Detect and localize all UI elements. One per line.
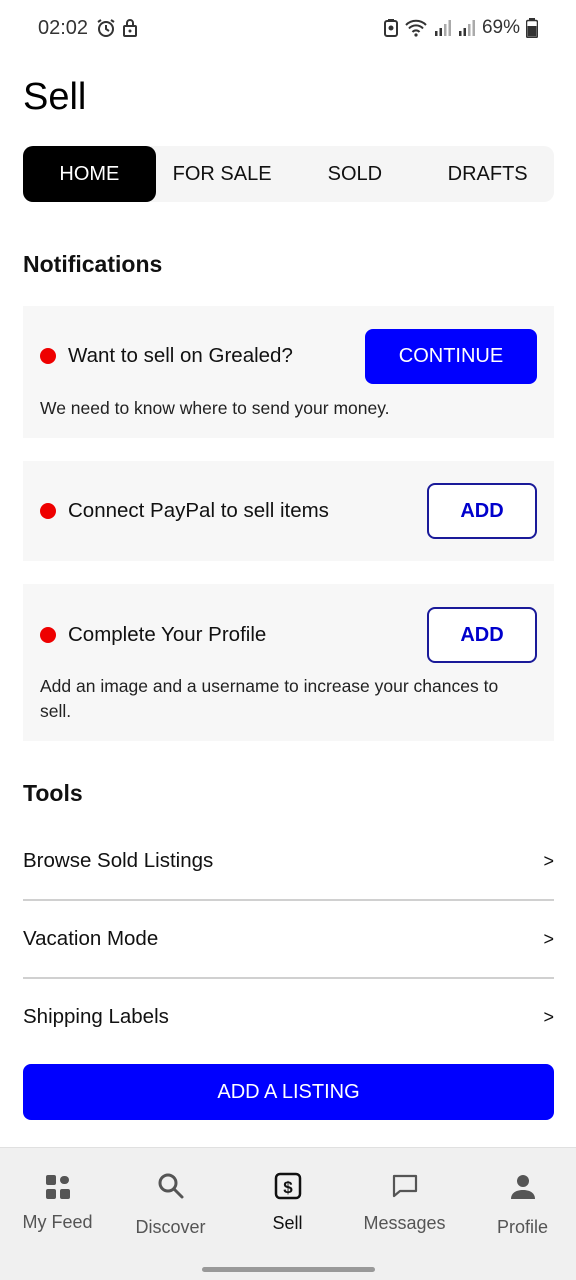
alert-dot-icon <box>40 348 56 364</box>
nav-messages[interactable]: Messages <box>347 1148 462 1258</box>
continue-button[interactable]: CONTINUE <box>365 329 537 384</box>
notification-card-paypal: Connect PayPal to sell items ADD <box>23 461 554 561</box>
signal-icon <box>458 19 476 37</box>
nav-label: Profile <box>496 1217 549 1237</box>
notification-title: Complete Your Profile <box>68 623 267 646</box>
tool-shipping-labels[interactable]: Shipping Labels > <box>23 978 554 1056</box>
search-icon <box>157 1172 185 1205</box>
grid-icon <box>45 1174 71 1205</box>
signal-icon <box>434 19 452 37</box>
tab-for-sale[interactable]: FOR SALE <box>156 146 289 202</box>
sell-tabs: HOME FOR SALE SOLD DRAFTS <box>23 146 554 202</box>
alert-dot-icon <box>40 503 56 519</box>
tool-label: Vacation Mode <box>23 927 159 950</box>
tool-browse-sold-listings[interactable]: Browse Sold Listings > <box>23 822 554 900</box>
add-paypal-button[interactable]: ADD <box>427 483 537 539</box>
notification-card-profile: Complete Your Profile ADD Add an image a… <box>23 584 554 741</box>
nav-label: My Feed <box>22 1212 93 1232</box>
tab-drafts[interactable]: DRAFTS <box>421 146 554 202</box>
notification-title: Connect PayPal to sell items <box>68 499 329 522</box>
notification-description: Add an image and a username to increase … <box>40 676 499 721</box>
lock-icon <box>122 18 138 38</box>
tool-label: Browse Sold Listings <box>23 849 214 872</box>
tool-vacation-mode[interactable]: Vacation Mode > <box>23 900 554 978</box>
person-icon <box>509 1173 537 1206</box>
battery-percent: 69% <box>481 17 520 38</box>
chat-bubble-icon <box>391 1173 419 1204</box>
notifications-heading: Notifications <box>23 251 163 277</box>
status-bar: 02:02 69% <box>0 0 576 58</box>
alert-dot-icon <box>40 627 56 643</box>
alarm-icon <box>96 18 116 38</box>
nav-label: Sell <box>272 1213 303 1233</box>
battery-saver-icon <box>383 18 398 38</box>
tab-sold[interactable]: SOLD <box>289 146 422 202</box>
chevron-right-icon: > <box>543 928 554 949</box>
nav-discover[interactable]: Discover <box>113 1148 228 1258</box>
page-title: Sell <box>23 76 87 118</box>
status-time: 02:02 <box>38 17 89 39</box>
chevron-right-icon: > <box>543 850 554 871</box>
notification-description: We need to know where to send your money… <box>40 398 390 418</box>
notification-title: Want to sell on Grealed? <box>68 344 293 367</box>
home-indicator[interactable] <box>202 1267 375 1272</box>
add-listing-button[interactable]: ADD A LISTING <box>23 1064 554 1120</box>
nav-label: Discover <box>135 1217 206 1237</box>
nav-profile[interactable]: Profile <box>465 1148 576 1258</box>
chevron-right-icon: > <box>543 1006 554 1027</box>
svg-text:$: $ <box>283 1178 293 1197</box>
nav-label: Messages <box>363 1213 446 1233</box>
add-profile-button[interactable]: ADD <box>427 607 537 663</box>
bottom-nav: My Feed Discover $ Sell Messages Profile <box>0 1147 576 1280</box>
wifi-icon <box>404 18 428 38</box>
tool-label: Shipping Labels <box>23 1005 169 1028</box>
tab-home[interactable]: HOME <box>23 146 156 202</box>
nav-my-feed[interactable]: My Feed <box>0 1148 115 1258</box>
dollar-tag-icon: $ <box>274 1172 302 1205</box>
tools-heading: Tools <box>23 780 83 806</box>
battery-icon <box>526 18 538 38</box>
notification-card-sell: Want to sell on Grealed? CONTINUE We nee… <box>23 306 554 438</box>
nav-sell[interactable]: $ Sell <box>230 1148 345 1258</box>
sell-screen: 02:02 69% Sell HOME FOR SALE SOLD DRAFTS… <box>0 0 576 1280</box>
